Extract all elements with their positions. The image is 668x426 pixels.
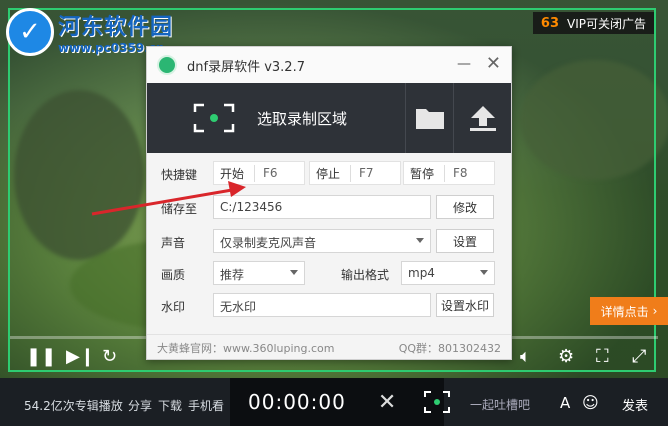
fullscreen-window-icon[interactable]: ⛶ [596, 346, 609, 367]
hotkey-row: 快捷键 开始 F6 停止 F7 暂停 F8 [147, 161, 511, 187]
vip-close-ad-text[interactable]: VIP可关闭广告 [567, 15, 646, 32]
recorder-floating-bar: 00:00:00 ✕ [230, 378, 451, 426]
dialog-titlebar[interactable]: dnf录屏软件 v3.2.7 — ✕ [147, 47, 511, 83]
loop-icon[interactable]: ↻ [102, 346, 117, 367]
dialog-footer: 大黄蜂官网：www.360luping.com QQ群：801302432 [147, 334, 511, 359]
hotkey-label: 快捷键 [161, 168, 198, 182]
quality-select-value: 推荐 [220, 268, 245, 282]
comment-input[interactable]: 一起吐槽吧 [470, 396, 530, 413]
ad-countdown: 63 [540, 15, 559, 31]
modify-button[interactable]: 修改 [436, 195, 494, 219]
recording-timer: 00:00:00 [248, 390, 346, 414]
save-label: 储存至 [161, 202, 198, 216]
save-path-field[interactable]: C:/123456 [213, 195, 431, 219]
play-count: 54.2亿次专辑播放 [24, 399, 123, 413]
audio-settings-button[interactable]: 设置 [436, 229, 494, 253]
fullscreen-icon[interactable]: ⤢ [632, 346, 646, 367]
volume-icon[interactable]: 🔈︎ [520, 346, 531, 367]
audio-select[interactable]: 仅录制麦克风声音 [213, 229, 431, 253]
hotkey-pause-name: 暂停 [404, 164, 445, 182]
chevron-down-icon [290, 270, 298, 275]
share-link[interactable]: 分享 [128, 397, 152, 414]
format-select-value: mp4 [408, 266, 435, 280]
website-link[interactable]: 大黄蜂官网：www.360luping.com [157, 340, 334, 356]
quality-label: 画质 [161, 268, 186, 282]
hotkey-stop-name: 停止 [310, 164, 351, 182]
details-button[interactable]: 详情点击 › [590, 297, 668, 325]
region-select-icon [193, 103, 235, 133]
open-folder-button[interactable] [405, 83, 454, 153]
chevron-down-icon [480, 270, 488, 275]
format-label: 输出格式 [341, 268, 390, 282]
upload-icon [470, 106, 496, 131]
hotkey-stop-key: F7 [359, 166, 374, 180]
folder-icon [416, 109, 444, 129]
watermark-label: 水印 [161, 300, 186, 314]
vip-ad-banner[interactable]: 63 VIP可关闭广告 [532, 12, 654, 34]
save-row: 储存至 C:/123456 修改 [147, 195, 511, 221]
emoji-icon[interactable]: ☺ [582, 393, 599, 412]
chevron-right-icon: › [652, 304, 658, 318]
qq-group: QQ群：801302432 [398, 342, 501, 355]
quality-select[interactable]: 推荐 [213, 261, 305, 285]
format-select[interactable]: mp4 [401, 261, 495, 285]
hotkey-stop[interactable]: 停止 F7 [309, 161, 401, 185]
next-icon[interactable]: ▶❙ [66, 346, 95, 367]
chevron-down-icon [416, 238, 424, 243]
hotkey-start-key: F6 [263, 166, 278, 180]
region-select-icon[interactable] [424, 391, 451, 413]
hotkey-start[interactable]: 开始 F6 [213, 161, 305, 185]
hotkey-start-name: 开始 [214, 164, 255, 182]
mobile-watch-link[interactable]: 手机看 [188, 397, 224, 414]
quality-row: 画质 推荐 输出格式 mp4 [147, 261, 511, 287]
watermark-field[interactable]: 无水印 [213, 293, 431, 317]
settings-gear-icon[interactable]: ⚙ [558, 346, 574, 367]
audio-row: 声音 仅录制麦克风声音 设置 [147, 229, 511, 255]
font-icon[interactable]: A [560, 394, 570, 412]
watermark-settings-button[interactable]: 设置水印 [436, 293, 494, 317]
watermark-row: 水印 无水印 设置水印 [147, 293, 511, 319]
send-button[interactable]: 发表 [610, 391, 660, 417]
audio-label: 声音 [161, 236, 186, 250]
dialog-toolbar: 选取录制区域 [147, 83, 511, 153]
pause-icon[interactable]: ❚❚ [26, 346, 56, 367]
app-icon [157, 55, 177, 75]
select-region-label: 选取录制区域 [257, 109, 348, 128]
details-label: 详情点击 [600, 304, 649, 319]
hotkey-pause-key: F8 [453, 166, 468, 180]
recorder-dialog: dnf录屏软件 v3.2.7 — ✕ 选取录制区域 快捷键 开始 F6 停止 F… [146, 46, 512, 360]
close-icon[interactable]: ✕ [486, 53, 501, 74]
site-name: 河东软件园 [58, 14, 174, 40]
minimize-icon[interactable]: — [457, 56, 471, 72]
download-link[interactable]: 下载 [158, 397, 182, 414]
upload-button[interactable] [453, 83, 512, 153]
audio-select-value: 仅录制麦克风声音 [220, 236, 317, 250]
site-logo-icon: ✓ [6, 8, 54, 56]
dialog-title: dnf录屏软件 v3.2.7 [187, 59, 305, 75]
select-region-button[interactable]: 选取录制区域 [147, 83, 405, 153]
hotkey-pause[interactable]: 暂停 F8 [403, 161, 495, 185]
close-icon[interactable]: ✕ [378, 390, 396, 415]
